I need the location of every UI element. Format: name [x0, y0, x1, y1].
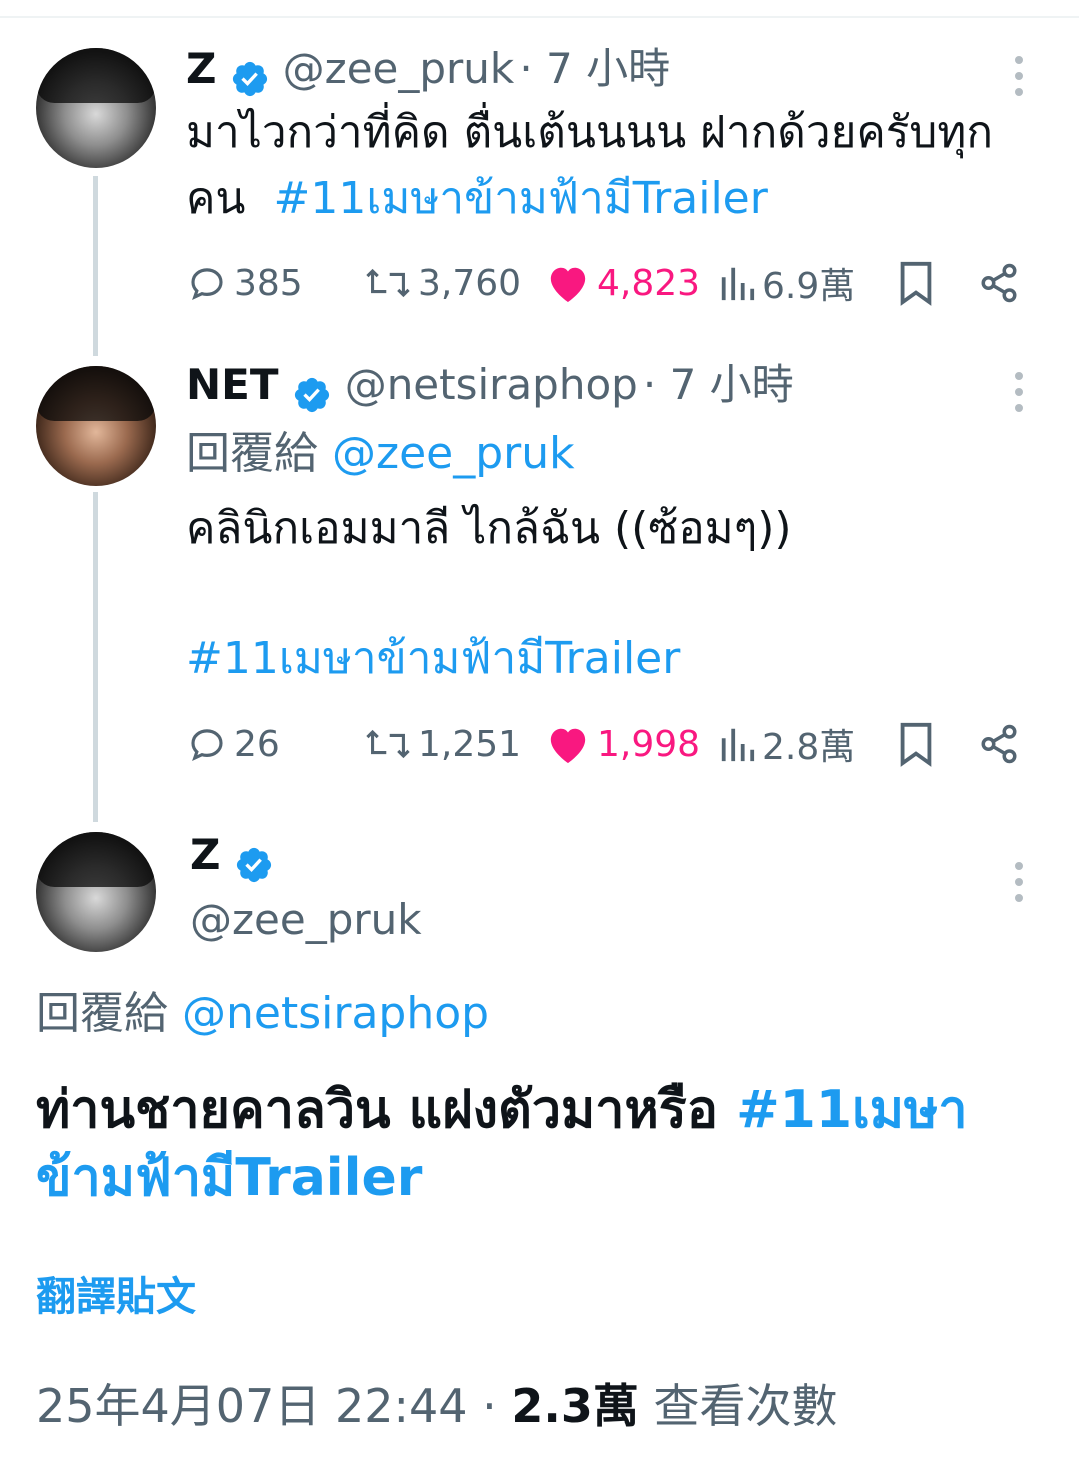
- views-count: 6.9萬: [762, 266, 856, 307]
- verified-icon: [294, 377, 329, 412]
- tweet-header: NET @netsiraphop · 7 小時: [186, 360, 794, 415]
- tweet-meta: 25年4月07日 22:44 · 2.3萬 查看次數: [36, 1370, 838, 1436]
- top-divider: [0, 16, 1079, 18]
- display-name[interactable]: Z: [186, 44, 216, 93]
- share-button[interactable]: [978, 258, 1020, 308]
- separator: ·: [482, 1379, 497, 1433]
- tweet-text-line: มาไวกว่าที่คิด ตื่นเต้นนนน ฝากด้วยครับทุ…: [186, 107, 993, 158]
- retweet-icon: [366, 729, 410, 759]
- share-icon: [981, 724, 1017, 764]
- handle[interactable]: @zee_pruk: [283, 44, 515, 93]
- view-count: 2.3萬: [511, 1379, 639, 1433]
- bookmark-button[interactable]: [896, 719, 936, 769]
- view-label: 查看次數: [653, 1379, 838, 1433]
- views-button[interactable]: 2.8萬: [718, 719, 855, 769]
- tweet-text: มาไวกว่าที่คิด ตื่นเต้นนนน ฝากด้วยครับทุ…: [186, 100, 1066, 232]
- thread-connector: [93, 492, 98, 822]
- views-button[interactable]: 6.9萬: [718, 258, 855, 308]
- translate-link[interactable]: 翻譯貼文: [36, 1264, 196, 1322]
- hashtag-link[interactable]: ข้ามฟ้ามีTrailer: [36, 1148, 422, 1208]
- retweet-count: 3,760: [418, 262, 522, 304]
- avatar[interactable]: [36, 366, 156, 486]
- reply-context: 回覆給 @netsiraphop: [36, 986, 489, 1042]
- retweet-icon: [366, 268, 410, 298]
- reply-count: 385: [234, 262, 303, 304]
- views-icon: [721, 267, 755, 301]
- retweet-button[interactable]: 3,760: [364, 258, 521, 308]
- like-button[interactable]: 1,998: [545, 719, 700, 769]
- hashtag-link[interactable]: #11เมษาข้ามฟ้ามีTrailer: [186, 626, 680, 692]
- views-count: 2.8萬: [762, 727, 856, 768]
- author-block: Z @zee_pruk: [190, 830, 422, 945]
- reply-icon: [191, 268, 223, 300]
- mention-link[interactable]: @netsiraphop: [182, 988, 489, 1039]
- display-name[interactable]: NET: [186, 360, 279, 409]
- heart-icon: [550, 267, 586, 303]
- thread-connector: [93, 176, 98, 356]
- share-button[interactable]: [978, 719, 1020, 769]
- tweet-text: ท่านชายคาลวิน แฝงตัวมาหรือ #11เมษา ข้ามฟ…: [36, 1076, 1056, 1212]
- avatar[interactable]: [36, 832, 156, 952]
- tweet-text: คลินิกเอมมาลี ไกล้ฉัน ((ซ้อมๆ)): [186, 503, 792, 554]
- reply-context: 回覆給 @zee_pruk: [186, 426, 575, 482]
- bookmark-icon: [900, 261, 932, 306]
- post-timestamp[interactable]: 25年4月07日 22:44: [36, 1379, 468, 1433]
- heart-icon: [550, 728, 586, 764]
- reply-prefix: 回覆給: [36, 988, 168, 1039]
- like-count: 4,823: [597, 262, 701, 304]
- more-icon[interactable]: [1015, 862, 1025, 902]
- avatar[interactable]: [36, 48, 156, 168]
- retweet-count: 1,251: [418, 723, 522, 765]
- views-icon: [721, 728, 755, 762]
- reply-icon: [191, 729, 223, 761]
- like-count: 1,998: [597, 723, 701, 765]
- reply-prefix: 回覆給: [186, 428, 318, 479]
- handle[interactable]: @netsiraphop: [345, 360, 638, 409]
- mention-link[interactable]: @zee_pruk: [332, 428, 575, 479]
- tweet-text-line: ข้ามฟ้ามีTrailer: [36, 1144, 1056, 1212]
- reply-button[interactable]: 26: [186, 719, 280, 769]
- like-button[interactable]: 4,823: [545, 258, 700, 308]
- verified-icon: [236, 847, 271, 882]
- display-name[interactable]: Z: [190, 830, 220, 879]
- tweet-text-word: คน: [186, 173, 246, 224]
- bookmark-icon: [900, 722, 932, 767]
- tweet-text-word: ท่านชายคาลวิน แฝงตัวมาหรือ: [36, 1080, 718, 1140]
- more-icon[interactable]: [1015, 372, 1025, 412]
- bookmark-button[interactable]: [896, 258, 936, 308]
- hashtag-link[interactable]: #11เมษา: [736, 1080, 967, 1140]
- reply-button[interactable]: 385: [186, 258, 303, 308]
- timestamp[interactable]: · 7 小時: [643, 360, 794, 409]
- reply-count: 26: [234, 723, 280, 765]
- more-icon[interactable]: [1015, 56, 1025, 96]
- handle[interactable]: @zee_pruk: [190, 895, 422, 945]
- tweet-header: Z @zee_pruk · 7 小時: [186, 44, 670, 99]
- timestamp[interactable]: · 7 小時: [519, 44, 670, 93]
- verified-icon: [232, 61, 267, 96]
- retweet-button[interactable]: 1,251: [364, 719, 521, 769]
- hashtag-link[interactable]: #11เมษาข้ามฟ้ามีTrailer: [274, 173, 768, 224]
- tweet-text-line: ท่านชายคาลวิน แฝงตัวมาหรือ #11เมษา: [36, 1076, 1056, 1144]
- share-icon: [981, 263, 1017, 303]
- tweet-text-line: คน #11เมษาข้ามฟ้ามีTrailer: [186, 166, 1066, 232]
